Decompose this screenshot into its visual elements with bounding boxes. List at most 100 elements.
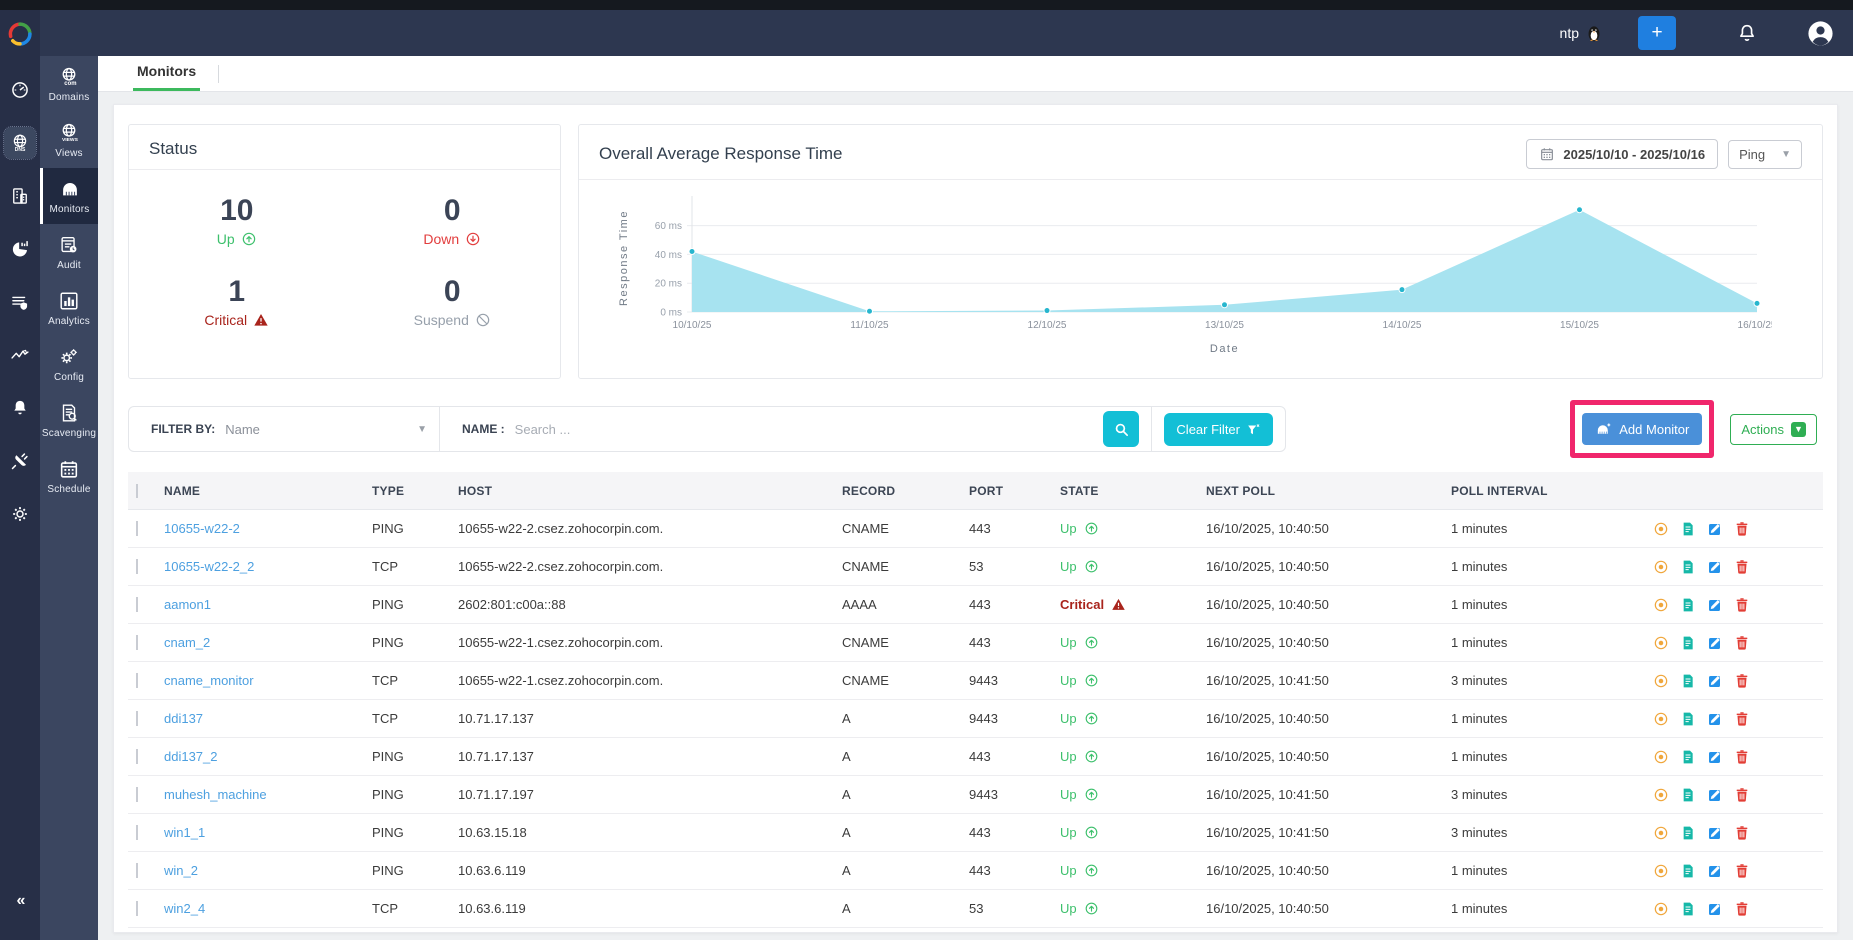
rail-item-reports[interactable] <box>4 233 36 265</box>
rail-item-servers[interactable] <box>4 180 36 212</box>
suspend-monitor-icon[interactable] <box>1653 521 1669 537</box>
view-log-icon[interactable] <box>1680 521 1696 537</box>
edit-monitor-icon[interactable] <box>1707 559 1723 575</box>
monitor-name-link[interactable]: ddi137_2 <box>164 749 218 764</box>
monitor-name-link[interactable]: win_2 <box>164 863 198 878</box>
row-checkbox[interactable] <box>136 711 138 726</box>
column-header-type[interactable]: TYPE <box>372 484 458 498</box>
monitor-name-link[interactable]: win2_4 <box>164 901 205 916</box>
row-checkbox[interactable] <box>136 559 138 574</box>
actions-button[interactable]: Actions ▼ <box>1730 414 1817 445</box>
rail-item-settings[interactable] <box>4 498 36 530</box>
suspend-monitor-icon[interactable] <box>1653 787 1669 803</box>
delete-monitor-icon[interactable] <box>1734 559 1750 575</box>
suspend-monitor-icon[interactable] <box>1653 559 1669 575</box>
delete-monitor-icon[interactable] <box>1734 597 1750 613</box>
sidebar-item-analytics[interactable]: Analytics <box>40 280 98 336</box>
suspend-monitor-icon[interactable] <box>1653 863 1669 879</box>
date-range-picker[interactable]: 2025/10/10 - 2025/10/16 <box>1526 139 1718 169</box>
delete-monitor-icon[interactable] <box>1734 863 1750 879</box>
delete-monitor-icon[interactable] <box>1734 521 1750 537</box>
search-button[interactable] <box>1103 411 1139 447</box>
delete-monitor-icon[interactable] <box>1734 635 1750 651</box>
row-checkbox[interactable] <box>136 635 138 650</box>
select-all-checkbox[interactable] <box>136 484 138 498</box>
delete-monitor-icon[interactable] <box>1734 825 1750 841</box>
delete-monitor-icon[interactable] <box>1734 749 1750 765</box>
suspend-monitor-icon[interactable] <box>1653 901 1669 917</box>
view-log-icon[interactable] <box>1680 635 1696 651</box>
suspend-monitor-icon[interactable] <box>1653 597 1669 613</box>
view-log-icon[interactable] <box>1680 559 1696 575</box>
column-header-next-poll[interactable]: NEXT POLL <box>1206 484 1451 498</box>
row-checkbox[interactable] <box>136 901 138 916</box>
row-checkbox[interactable] <box>136 749 138 764</box>
row-checkbox[interactable] <box>136 597 138 612</box>
monitor-name-link[interactable]: 10655-w22-2 <box>164 521 240 536</box>
view-log-icon[interactable] <box>1680 749 1696 765</box>
rail-item-dns[interactable]: DNS <box>4 127 36 159</box>
sidebar-item-schedule[interactable]: Schedule <box>40 448 98 504</box>
monitor-name-link[interactable]: 10655-w22-2_2 <box>164 559 254 574</box>
filter-by-value[interactable]: Name <box>225 422 260 437</box>
rail-item-activity[interactable] <box>4 339 36 371</box>
view-log-icon[interactable] <box>1680 901 1696 917</box>
suspend-monitor-icon[interactable] <box>1653 825 1669 841</box>
monitor-name-link[interactable]: cname_monitor <box>164 673 254 688</box>
row-checkbox[interactable] <box>136 521 138 536</box>
delete-monitor-icon[interactable] <box>1734 901 1750 917</box>
clear-filter-button[interactable]: Clear Filter <box>1164 413 1273 446</box>
edit-monitor-icon[interactable] <box>1707 597 1723 613</box>
delete-monitor-icon[interactable] <box>1734 711 1750 727</box>
monitor-name-link[interactable]: win1_1 <box>164 825 205 840</box>
row-checkbox[interactable] <box>136 825 138 840</box>
sidebar-item-views[interactable]: VIEWSViews <box>40 112 98 168</box>
view-log-icon[interactable] <box>1680 787 1696 803</box>
column-header-port[interactable]: PORT <box>969 484 1060 498</box>
edit-monitor-icon[interactable] <box>1707 787 1723 803</box>
column-header-record[interactable]: RECORD <box>842 484 969 498</box>
suspend-monitor-icon[interactable] <box>1653 673 1669 689</box>
edit-monitor-icon[interactable] <box>1707 749 1723 765</box>
suspend-monitor-icon[interactable] <box>1653 711 1669 727</box>
monitor-name-link[interactable]: ddi137 <box>164 711 203 726</box>
rail-item-server-security[interactable] <box>4 286 36 318</box>
view-log-icon[interactable] <box>1680 825 1696 841</box>
sidebar-item-monitors[interactable]: Monitors <box>40 168 98 224</box>
sidebar-item-scavenging[interactable]: Scavenging <box>40 392 98 448</box>
sidebar-collapse-button[interactable]: « <box>0 892 40 910</box>
add-monitor-button[interactable]: Add Monitor <box>1582 413 1702 445</box>
sidebar-item-audit[interactable]: Audit <box>40 224 98 280</box>
edit-monitor-icon[interactable] <box>1707 673 1723 689</box>
delete-monitor-icon[interactable] <box>1734 787 1750 803</box>
row-checkbox[interactable] <box>136 673 138 688</box>
rail-item-integrations[interactable] <box>4 445 36 477</box>
monitor-name-link[interactable]: muhesh_machine <box>164 787 267 802</box>
row-checkbox[interactable] <box>136 787 138 802</box>
column-header-state[interactable]: STATE <box>1060 484 1206 498</box>
monitor-name-link[interactable]: cnam_2 <box>164 635 210 650</box>
tab-monitors[interactable]: Monitors <box>133 63 200 91</box>
row-checkbox[interactable] <box>136 863 138 878</box>
view-log-icon[interactable] <box>1680 673 1696 689</box>
notifications-bell-icon[interactable] <box>1736 22 1758 44</box>
edit-monitor-icon[interactable] <box>1707 635 1723 651</box>
edit-monitor-icon[interactable] <box>1707 825 1723 841</box>
edit-monitor-icon[interactable] <box>1707 711 1723 727</box>
edit-monitor-icon[interactable] <box>1707 521 1723 537</box>
suspend-monitor-icon[interactable] <box>1653 635 1669 651</box>
user-avatar[interactable] <box>1806 19 1835 48</box>
search-input[interactable] <box>515 422 1104 437</box>
global-add-button[interactable]: + <box>1638 16 1676 50</box>
view-log-icon[interactable] <box>1680 711 1696 727</box>
suspend-monitor-icon[interactable] <box>1653 749 1669 765</box>
filter-by-caret-icon[interactable]: ▼ <box>417 424 427 435</box>
sidebar-item-domains[interactable]: comDomains <box>40 56 98 112</box>
edit-monitor-icon[interactable] <box>1707 901 1723 917</box>
rail-item-alerts[interactable] <box>4 392 36 424</box>
monitor-name-link[interactable]: aamon1 <box>164 597 211 612</box>
view-log-icon[interactable] <box>1680 597 1696 613</box>
column-header-poll-interval[interactable]: POLL INTERVAL <box>1451 484 1651 498</box>
rail-item-dashboard[interactable] <box>4 74 36 106</box>
metric-select[interactable]: Ping ▼ <box>1728 140 1802 169</box>
